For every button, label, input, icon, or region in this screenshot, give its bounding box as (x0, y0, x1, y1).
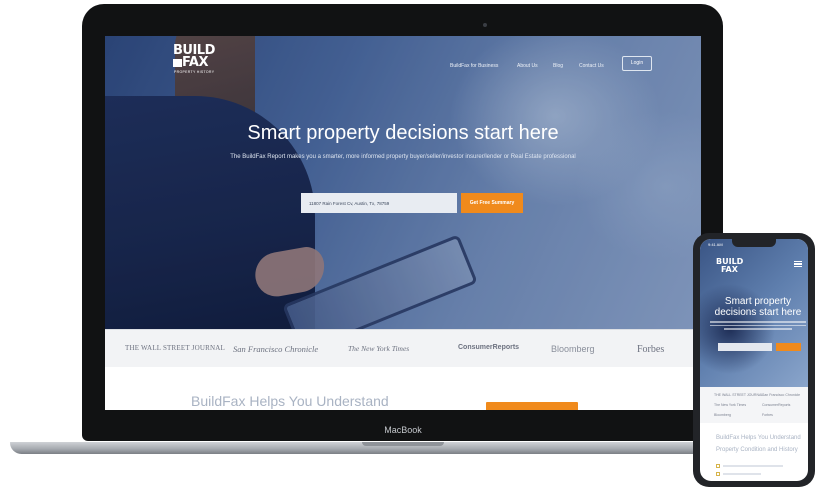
hero-section: BUILD FAX PROPERTY HISTORY BuildFax for … (105, 36, 701, 354)
mobile-section-title-2: Property Condition and History (716, 447, 798, 453)
mobile-hero: 9:41 AM BUILD FAX Smart property decisio… (700, 239, 808, 387)
mobile-press-forbes: Forbes (762, 413, 773, 417)
mobile-logo-fax[interactable]: FAX (721, 266, 738, 274)
section-cta-button[interactable] (486, 402, 578, 410)
house-icon (173, 59, 182, 67)
nav-blog[interactable]: Blog (553, 60, 563, 72)
mobile-press-nyt: The New York Times (714, 403, 747, 407)
mobile-press-bloomberg: Bloomberg (714, 413, 731, 417)
hero-headline: Smart property decisions start here (247, 122, 559, 144)
hero-overlay (105, 36, 701, 329)
logo-text-fax: FAX (182, 55, 208, 70)
mobile-press-wsj: THE WALL STREET JOURNAL (714, 393, 764, 397)
buildfax-logo[interactable]: BUILD FAX PROPERTY HISTORY (173, 44, 231, 76)
hero-subline: The BuildFax Report makes you a smarter,… (230, 154, 576, 160)
mobile-hero-subline (710, 321, 806, 333)
nav-contact-us[interactable]: Contact Us (579, 60, 604, 72)
nav-about-us[interactable]: About Us (517, 60, 538, 72)
laptop-notch (362, 442, 444, 446)
address-search-input[interactable] (301, 193, 457, 213)
logo-tagline: PROPERTY HISTORY (174, 70, 215, 74)
hamburger-menu-icon[interactable] (794, 261, 802, 267)
checkbox-icon (716, 472, 720, 476)
section-title: BuildFax Helps You Understand (191, 393, 389, 409)
press-logo-forbes: Forbes (637, 344, 665, 355)
mobile-list-line (723, 473, 761, 475)
press-logos-bar: THE WALL STREET JOURNAL San Francisco Ch… (105, 329, 701, 367)
laptop-screen: BUILD FAX PROPERTY HISTORY BuildFax for … (105, 36, 701, 410)
press-logo-wsj: THE WALL STREET JOURNAL (125, 344, 225, 352)
checkbox-icon (716, 464, 720, 468)
get-free-summary-button[interactable]: Get Free Summary (461, 193, 523, 213)
mobile-press-sfc: San Francisco Chronicle (762, 393, 801, 397)
phone-notch (732, 239, 776, 247)
laptop-brand-label: MacBook (384, 425, 422, 435)
device-mockup: BUILD FAX PROPERTY HISTORY BuildFax for … (0, 0, 819, 489)
login-button[interactable]: Login (622, 56, 652, 71)
mobile-press-cr: ConsumerReports (762, 403, 791, 407)
mobile-address-input[interactable] (718, 343, 772, 351)
phone-screen: 9:41 AM BUILD FAX Smart property decisio… (700, 239, 808, 481)
nav-buildfax-for-business[interactable]: BuildFax for Business (450, 60, 498, 72)
camera-icon (483, 23, 487, 27)
mobile-hero-headline: Smart property decisions start here (714, 296, 802, 318)
mobile-list-line (723, 465, 783, 467)
press-logo-bloomberg: Bloomberg (551, 344, 595, 354)
mobile-status-time: 9:41 AM (708, 242, 723, 247)
mobile-get-free-summary-button[interactable] (776, 343, 801, 351)
mobile-section-title-1: BuildFax Helps You Understand (716, 435, 801, 441)
mobile-press-logos: THE WALL STREET JOURNAL San Francisco Ch… (700, 387, 808, 423)
press-logo-consumer-reports: ConsumerReports (458, 344, 520, 351)
press-logo-nyt: The New York Times (348, 344, 410, 353)
press-logo-sf-chronicle: San Francisco Chronicle (233, 344, 319, 354)
